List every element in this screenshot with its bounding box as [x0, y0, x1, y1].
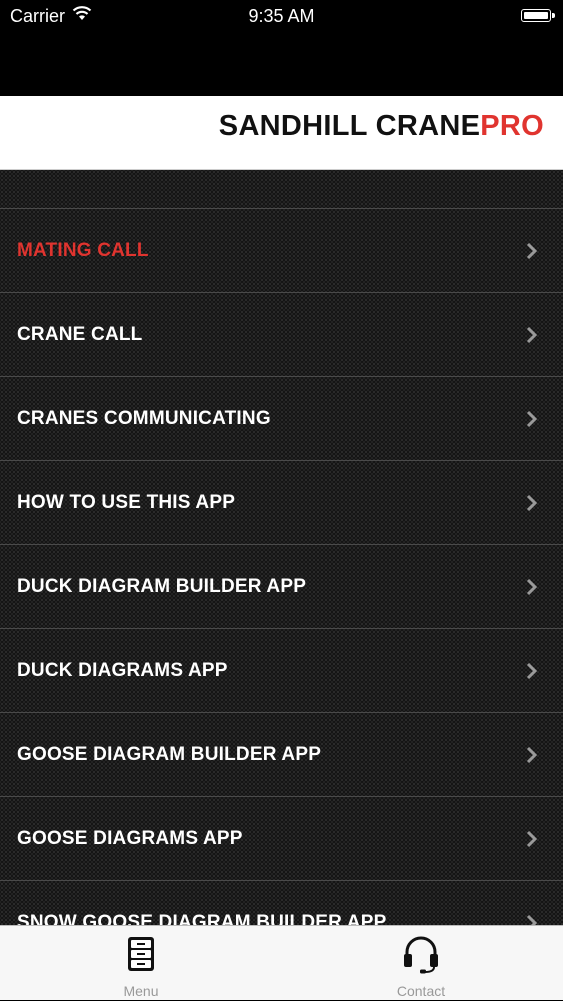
menu-item-label: DUCK DIAGRAMS APP	[17, 660, 228, 681]
clock: 9:35 AM	[248, 6, 315, 26]
app-title-main: SANDHILL CRANE	[218, 110, 481, 142]
menu-list[interactable]: MATING CALL CRANE CALL CRANES COMMUNICATIN…	[0, 170, 563, 925]
chevron-right-icon	[526, 578, 538, 596]
menu-item-label: HOW TO USE THIS APP	[17, 492, 236, 513]
chevron-right-icon	[526, 662, 538, 680]
file-cabinet-icon	[128, 937, 154, 971]
menu-item-label: GOOSE DIAGRAMS APP	[17, 828, 243, 849]
chevron-right-icon	[526, 830, 538, 848]
menu-item-label: DUCK DIAGRAM BUILDER APP	[17, 576, 307, 597]
app-header: SANDHILL CRANEPRO	[0, 96, 563, 170]
chevron-right-icon	[526, 494, 538, 512]
tab-contact[interactable]: Contact	[341, 926, 501, 1001]
menu-item[interactable]: DUCK DIAGRAMS APP	[0, 629, 563, 713]
tab-bar: Menu Contact	[0, 925, 563, 1000]
menu-item-label: SNOW GOOSE DIAGRAM BUILDER APP	[17, 912, 387, 925]
menu-item[interactable]: SNOW GOOSE DIAGRAM BUILDER APP	[0, 881, 563, 925]
app-title: SANDHILL CRANEPRO	[219, 110, 544, 143]
tab-contact-label: Contact	[396, 983, 446, 999]
headset-icon	[404, 936, 438, 974]
menu-item[interactable]: MATING CALL	[0, 209, 563, 293]
menu-item-label: CRANES COMMUNICATING	[17, 408, 271, 429]
menu-item-label: MATING CALL	[17, 240, 149, 261]
menu-item-label: CRANE CALL	[17, 324, 143, 345]
app-title-pro: PRO	[480, 110, 544, 142]
menu-divider	[0, 170, 563, 209]
menu-item[interactable]: GOOSE DIAGRAM BUILDER APP	[0, 713, 563, 797]
status-bar: Carrier 9:35 AM	[0, 0, 563, 34]
tab-menu[interactable]: Menu	[61, 926, 221, 1001]
chevron-right-icon	[526, 326, 538, 344]
menu-item-label: GOOSE DIAGRAM BUILDER APP	[17, 744, 322, 765]
chevron-right-icon	[526, 410, 538, 428]
menu-item[interactable]: DUCK DIAGRAM BUILDER APP	[0, 545, 563, 629]
battery-icon	[521, 9, 555, 22]
menu-item[interactable]: HOW TO USE THIS APP	[0, 461, 563, 545]
chevron-right-icon	[526, 914, 538, 925]
tab-menu-label: Menu	[123, 983, 159, 999]
chevron-right-icon	[526, 746, 538, 764]
menu-item[interactable]: CRANES COMMUNICATING	[0, 377, 563, 461]
menu-item[interactable]: CRANE CALL	[0, 293, 563, 377]
chevron-right-icon	[526, 242, 538, 260]
menu-item[interactable]: GOOSE DIAGRAMS APP	[0, 797, 563, 881]
